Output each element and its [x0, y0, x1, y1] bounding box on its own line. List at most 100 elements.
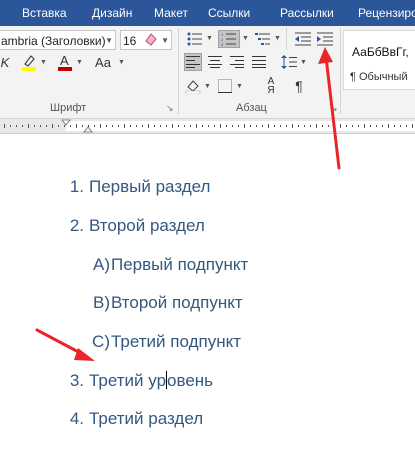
- ruler-tick: [46, 125, 47, 127]
- clear-formatting-icon[interactable]: [142, 30, 160, 48]
- tab-design[interactable]: Дизайн: [92, 6, 132, 20]
- ruler-tick: [28, 124, 29, 128]
- font-color-icon[interactable]: A: [56, 53, 74, 71]
- ruler-tick: [388, 124, 389, 128]
- paragraph-dialog-launcher-icon[interactable]: ↘: [330, 103, 338, 114]
- svg-text:3: 3: [221, 42, 224, 46]
- ruler-tick: [34, 125, 35, 127]
- ruler-tick: [214, 125, 215, 127]
- justify-icon[interactable]: [250, 53, 268, 71]
- hanging-indent-marker[interactable]: [83, 126, 93, 133]
- ruler-tick: [298, 125, 299, 127]
- ruler-tick: [160, 125, 161, 127]
- group-divider: [340, 28, 341, 114]
- style-gallery-item-normal[interactable]: АаБбВвГг, ¶ Обычный: [343, 30, 415, 90]
- ruler-tick: [376, 125, 377, 127]
- tab-layout[interactable]: Макет: [154, 6, 188, 20]
- ruler-tick: [100, 124, 101, 128]
- first-line-indent-marker[interactable]: [61, 119, 71, 126]
- ruler-tick: [364, 124, 365, 128]
- ruler-tick: [22, 125, 23, 127]
- chevron-down-icon[interactable]: ▼: [274, 35, 281, 42]
- ruler-tick: [406, 125, 407, 127]
- group-divider: [178, 28, 179, 114]
- align-left-icon[interactable]: [184, 53, 202, 71]
- ruler-tick: [286, 125, 287, 127]
- list-item-text: Второй раздел: [89, 216, 205, 235]
- ruler-tick: [148, 124, 149, 128]
- chevron-down-icon[interactable]: ▼: [40, 59, 47, 66]
- decrease-indent-icon[interactable]: [294, 30, 312, 48]
- ruler-tick: [82, 125, 83, 127]
- tab-references[interactable]: Ссылки: [208, 6, 250, 20]
- change-case-icon[interactable]: Aa: [90, 53, 116, 71]
- tab-insert[interactable]: Вставка: [22, 6, 67, 20]
- pilcrow-icon[interactable]: ¶: [290, 77, 308, 95]
- chevron-down-icon[interactable]: ▼: [76, 59, 83, 66]
- font-name-combo[interactable]: ambria (Заголовки) ▼: [0, 30, 116, 50]
- shading-icon[interactable]: [184, 77, 202, 95]
- ruler-tick: [220, 124, 221, 128]
- increase-indent-icon[interactable]: [316, 30, 334, 48]
- ruler-tick: [112, 125, 113, 127]
- ruler-tick: [52, 124, 53, 128]
- numbering-list-icon[interactable]: 123: [218, 30, 240, 48]
- horizontal-ruler[interactable]: [0, 119, 415, 134]
- ruler-tick: [166, 125, 167, 127]
- ruler-tick: [250, 125, 251, 127]
- font-group-label: Шрифт: [50, 102, 87, 114]
- chevron-down-icon[interactable]: ▼: [118, 59, 125, 66]
- ruler-tick: [274, 125, 275, 127]
- ruler-tick: [382, 125, 383, 127]
- ruler-tick: [40, 125, 41, 127]
- style-preview-text: АаБбВвГг,: [352, 45, 409, 59]
- italic-icon[interactable]: K: [0, 53, 14, 71]
- ruler-tick: [70, 125, 71, 127]
- ruler-tick: [184, 125, 185, 127]
- button-divider: [286, 28, 287, 50]
- tab-mailings[interactable]: Рассылки: [280, 6, 334, 20]
- borders-icon[interactable]: [216, 77, 234, 95]
- ruler-tick: [142, 125, 143, 127]
- list-item-text: Третий подпункт: [111, 332, 241, 351]
- align-center-icon[interactable]: [206, 53, 224, 71]
- ruler-tick: [178, 125, 179, 127]
- ruler-tick: [310, 125, 311, 127]
- ruler-tick: [4, 124, 5, 128]
- font-dialog-launcher-icon[interactable]: ↘: [166, 103, 174, 114]
- chevron-down-icon[interactable]: ▼: [161, 31, 169, 49]
- chevron-down-icon[interactable]: ▼: [300, 59, 307, 66]
- chevron-down-icon[interactable]: ▼: [206, 35, 213, 42]
- multilevel-list-icon[interactable]: [254, 30, 272, 48]
- line-spacing-icon[interactable]: [280, 53, 298, 71]
- document-page[interactable]: 1. Первый раздел 2. Второй раздел A) Пер…: [0, 134, 415, 464]
- sort-icon[interactable]: АЯ: [262, 77, 280, 96]
- list-item-text: Третий уровень: [89, 371, 213, 391]
- list-item-text: Первый раздел: [89, 177, 211, 196]
- ruler-tick: [208, 125, 209, 127]
- ruler-tick: [340, 124, 341, 128]
- ruler-tick: [226, 125, 227, 127]
- chevron-down-icon[interactable]: ▼: [105, 31, 113, 49]
- ruler-tick: [202, 125, 203, 127]
- tab-review[interactable]: Рецензиро: [358, 6, 415, 20]
- ruler-tick: [16, 125, 17, 127]
- list-number: B): [93, 293, 110, 312]
- ruler-tick: [232, 125, 233, 127]
- chevron-down-icon[interactable]: ▼: [236, 83, 243, 90]
- ruler-tick: [262, 125, 263, 127]
- ruler-tick: [352, 125, 353, 127]
- ribbon-tab-bar: Вставка Дизайн Макет Ссылки Рассылки Рец…: [0, 0, 415, 26]
- text-highlight-icon[interactable]: [20, 53, 38, 71]
- ruler-tick: [64, 125, 65, 127]
- ruler-tick: [316, 124, 317, 128]
- ruler-tick: [190, 125, 191, 127]
- ruler-tick: [400, 125, 401, 127]
- chevron-down-icon[interactable]: ▼: [242, 35, 249, 42]
- ruler-tick: [94, 125, 95, 127]
- align-right-icon[interactable]: [228, 53, 246, 71]
- ruler-tick: [256, 125, 257, 127]
- chevron-down-icon[interactable]: ▼: [204, 83, 211, 90]
- ruler-tick: [58, 125, 59, 127]
- bullets-list-icon[interactable]: [186, 30, 204, 48]
